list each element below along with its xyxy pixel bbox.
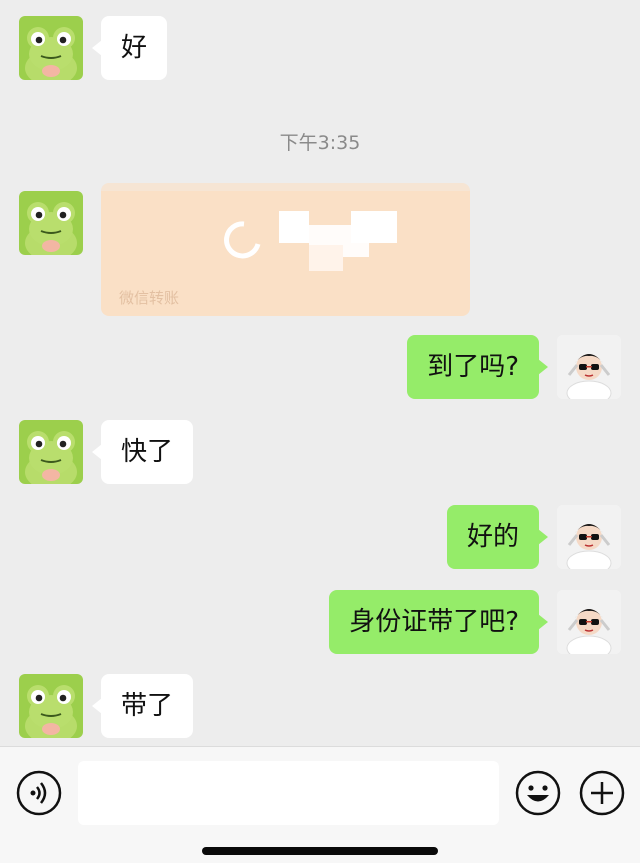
wechat-transfer-card[interactable]: 微信转账 [101, 183, 470, 316]
transfer-icon [224, 221, 261, 259]
voice-icon[interactable] [16, 770, 62, 816]
frog-avatar[interactable] [19, 191, 83, 255]
message-bubble-outgoing[interactable]: 身份证带了吧? [329, 590, 548, 654]
emoji-icon[interactable] [515, 770, 561, 816]
message-bubble-outgoing[interactable]: 到了吗? [407, 335, 548, 399]
contact-photo-avatar[interactable] [557, 335, 621, 399]
plus-icon[interactable] [579, 770, 625, 816]
chat-area[interactable]: 好 下午3:35 微信转账 到了吗? 快了 好的 身份证带了吧? 带了 [0, 0, 640, 746]
message-timestamp: 下午3:35 [279, 132, 361, 154]
redacted-block [279, 211, 309, 243]
contact-photo-avatar[interactable] [557, 590, 621, 654]
redacted-block [309, 245, 343, 271]
message-bubble-incoming[interactable]: 好 [91, 16, 168, 80]
frog-avatar[interactable] [19, 674, 83, 738]
contact-photo-avatar[interactable] [557, 505, 621, 569]
frog-avatar[interactable] [19, 420, 83, 484]
message-bubble-incoming[interactable]: 带了 [91, 674, 194, 738]
frog-avatar[interactable] [19, 16, 83, 80]
message-bubble-incoming[interactable]: 快了 [91, 420, 194, 484]
redacted-block [351, 211, 397, 243]
message-input[interactable] [78, 761, 499, 825]
message-bubble-outgoing[interactable]: 好的 [446, 505, 549, 569]
input-bar [0, 746, 640, 863]
home-indicator[interactable] [202, 847, 438, 855]
transfer-label: 微信转账 [119, 289, 180, 307]
